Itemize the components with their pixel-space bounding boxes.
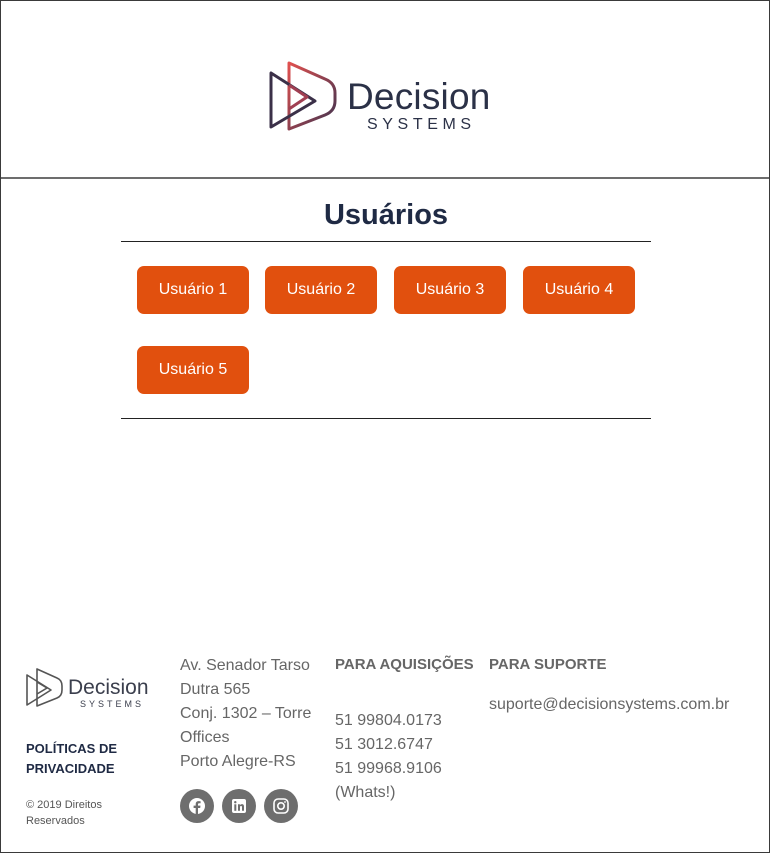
acquisitions-phone-link[interactable]: 51 99804.0173 (335, 709, 475, 733)
user-2-button[interactable]: Usuário 2 (265, 266, 377, 314)
address-block: Av. Senador Tarso Dutra 565 Conj. 1302 –… (180, 654, 330, 774)
user-1-button[interactable]: Usuário 1 (137, 266, 249, 314)
footer-logo-wordmark: Decision (68, 676, 149, 699)
logo-wordmark: Decision (347, 76, 491, 117)
logo-play-mark-icon (269, 61, 337, 131)
site-header: Decision SYSTEMS (1, 1, 769, 179)
address-line: Porto Alegre-RS (180, 753, 296, 770)
support-email-link[interactable]: suporte@decisionsystems.com.br (489, 693, 759, 717)
footer-logo-subtitle: SYSTEMS (80, 699, 145, 709)
logo-subtitle: SYSTEMS (367, 116, 476, 133)
page-frame: Decision SYSTEMS Usuários Usuário 1 Usuá… (0, 0, 770, 853)
acquisitions-heading: PARA AQUISIÇÕES (335, 656, 474, 673)
facebook-icon (189, 798, 205, 814)
footer-logo[interactable]: Decision SYSTEMS (25, 667, 165, 711)
title-divider (121, 241, 651, 242)
acquisitions-whatsapp-link[interactable]: 51 99968.9106 (Whats!) (335, 757, 475, 805)
social-links (180, 789, 310, 823)
acquisitions-phone-list: 51 99804.0173 51 3012.6747 51 99968.9106… (335, 709, 475, 805)
page-title: Usuários (323, 199, 449, 231)
linkedin-icon (232, 799, 246, 813)
copyright-text: © 2019 Direitos Reservados (26, 799, 102, 827)
footer-logo-mark-icon (26, 668, 63, 707)
acquisitions-phone-link[interactable]: 51 3012.6747 (335, 733, 475, 757)
address-line: Conj. 1302 – Torre Offices (180, 705, 312, 746)
privacy-policy-link[interactable]: POLÍTICAS DE PRIVACIDADE (26, 739, 166, 779)
user-5-button[interactable]: Usuário 5 (137, 346, 249, 394)
user-3-button[interactable]: Usuário 3 (394, 266, 506, 314)
users-bottom-divider (121, 418, 651, 419)
linkedin-link[interactable] (222, 789, 256, 823)
brand-logo[interactable]: Decision SYSTEMS (267, 59, 507, 137)
instagram-icon (273, 798, 289, 814)
address-line: Av. Senador Tarso Dutra 565 (180, 657, 310, 698)
instagram-link[interactable] (264, 789, 298, 823)
support-heading: PARA SUPORTE (489, 656, 607, 673)
facebook-link[interactable] (180, 789, 214, 823)
user-4-button[interactable]: Usuário 4 (523, 266, 635, 314)
